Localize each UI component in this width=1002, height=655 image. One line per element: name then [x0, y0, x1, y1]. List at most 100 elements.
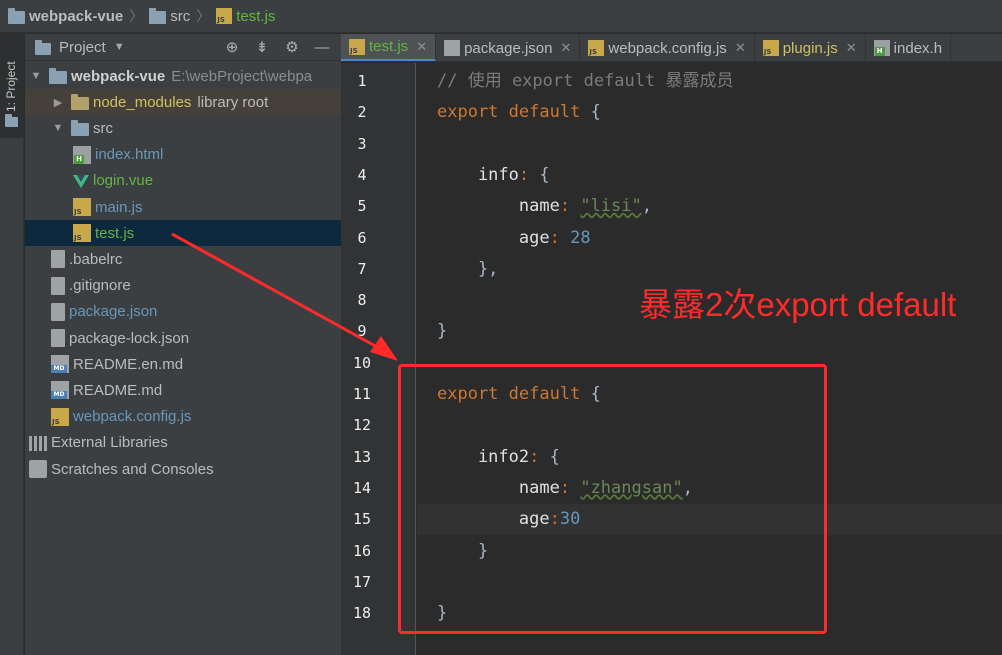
- minimize-icon[interactable]: —: [313, 38, 331, 56]
- editor-tab[interactable]: package.json ✕: [436, 34, 581, 61]
- expand-arrow-icon[interactable]: ▼: [51, 122, 65, 134]
- line-number: 18: [352, 604, 372, 623]
- text-file-icon: [51, 276, 65, 295]
- editor-tab[interactable]: index.h: [866, 34, 952, 61]
- project-tool-tab[interactable]: 1: Project: [0, 34, 24, 138]
- tree-item[interactable]: package.json: [25, 299, 341, 325]
- tree-item[interactable]: webpack.config.js: [25, 404, 341, 430]
- tree-item-label: node_modules: [93, 93, 192, 111]
- close-icon[interactable]: ✕: [846, 40, 857, 56]
- code-token: },: [437, 258, 499, 279]
- expand-arrow-icon[interactable]: ▼: [29, 70, 43, 82]
- code-line: export default {: [437, 97, 601, 128]
- tree-item[interactable]: README.md: [25, 377, 341, 403]
- tree-item-label: webpack-vue: [71, 67, 166, 85]
- folder-icon: [49, 68, 67, 84]
- js-file-icon: [588, 40, 605, 56]
- tree-item[interactable]: login.vue: [25, 168, 341, 194]
- line-number: 1: [357, 72, 367, 90]
- tree-item-hint: library root: [197, 93, 269, 111]
- line-number: 12: [352, 416, 372, 435]
- tree-item-label: main.js: [95, 198, 143, 216]
- breadcrumb-project[interactable]: webpack-vue: [8, 8, 123, 25]
- editor-tab[interactable]: plugin.js ✕: [755, 34, 866, 61]
- chevron-down-icon[interactable]: ▼: [114, 41, 125, 53]
- editor-tab[interactable]: test.js ✕: [341, 34, 437, 61]
- editor-tab-label: index.h: [893, 39, 943, 57]
- target-icon[interactable]: ⊕: [223, 38, 241, 56]
- html-file-icon: [873, 40, 890, 56]
- js-file-icon: [349, 38, 365, 55]
- line-number: 15: [352, 510, 372, 529]
- tree-item-label: README.en.md: [73, 355, 184, 373]
- code-token: :: [518, 164, 530, 185]
- code-token: {: [580, 102, 601, 123]
- tree-item[interactable]: ▼ src: [25, 115, 341, 141]
- code-line: info: {: [437, 160, 550, 191]
- code-token: info: [437, 164, 519, 185]
- tree-item-label: External Libraries: [51, 434, 168, 452]
- navigation-breadcrumb: webpack-vue 〉 src 〉 test.js: [0, 0, 1002, 33]
- tree-item[interactable]: Scratches and Consoles: [25, 456, 341, 482]
- project-view-selector[interactable]: Project: [59, 39, 106, 56]
- project-tool-tab-label: 1: Project: [4, 61, 18, 112]
- tree-item[interactable]: index.html: [25, 142, 341, 168]
- editor-tab-label: package.json: [464, 39, 553, 57]
- tree-item[interactable]: main.js: [25, 194, 341, 220]
- json-file-icon: [51, 329, 65, 347]
- tree-item-label: index.html: [95, 146, 164, 164]
- project-panel: Project ▼ ⊕ ⇟ ⚙ — ▼ webpack-vue E:\webProj…: [25, 34, 341, 655]
- breadcrumb-separator: 〉: [129, 8, 144, 24]
- code-token: }: [437, 321, 448, 342]
- breadcrumb-file-label: test.js: [236, 7, 276, 25]
- code-token: export: [437, 102, 499, 123]
- tree-item[interactable]: README.en.md: [25, 351, 341, 377]
- scratches-icon: [29, 460, 47, 478]
- folder-icon: [8, 8, 25, 24]
- editor-tab[interactable]: webpack.config.js ✕: [580, 34, 755, 61]
- line-number: 7: [357, 259, 367, 278]
- collapse-arrow-icon[interactable]: ▶: [51, 96, 65, 109]
- tree-item-label: package-lock.json: [69, 329, 190, 347]
- tree-item[interactable]: ▼ webpack-vue E:\webProject\webpa: [25, 63, 341, 89]
- breadcrumb-folder[interactable]: src: [149, 8, 190, 25]
- close-icon[interactable]: ✕: [561, 40, 572, 56]
- code-token: default: [508, 102, 581, 123]
- line-number: 2: [357, 103, 367, 122]
- line-number: 4: [357, 165, 367, 184]
- js-file-icon: [73, 224, 91, 243]
- line-number: 10: [352, 353, 372, 372]
- collapse-icon[interactable]: ⇟: [253, 38, 271, 56]
- close-icon[interactable]: ✕: [735, 40, 746, 56]
- code-token: 28: [570, 227, 591, 248]
- tree-item-label: README.md: [73, 381, 163, 399]
- code-line: age: 28: [437, 223, 591, 254]
- tree-item-label: .babelrc: [69, 250, 123, 268]
- line-number: 13: [352, 447, 372, 466]
- line-number: 6: [357, 228, 367, 247]
- tree-item-label: test.js: [95, 224, 135, 242]
- tree-item[interactable]: External Libraries: [25, 430, 341, 456]
- close-icon[interactable]: ✕: [416, 39, 427, 55]
- tree-item-label: package.json: [69, 303, 158, 321]
- js-file-icon: [762, 40, 779, 56]
- tree-item-label: login.vue: [93, 172, 154, 190]
- md-file-icon: [51, 355, 69, 374]
- tree-item-label: Scratches and Consoles: [51, 460, 214, 478]
- tree-item[interactable]: ▶ node_modules library root: [25, 89, 341, 116]
- code-token: ,: [641, 196, 652, 217]
- annotation-highlight-box: [398, 364, 827, 634]
- breadcrumb-file[interactable]: test.js: [216, 8, 275, 25]
- tree-item[interactable]: test.js: [25, 220, 341, 247]
- json-file-icon: [51, 302, 65, 321]
- tree-item[interactable]: .gitignore: [25, 273, 341, 299]
- code-token: name: [437, 196, 560, 217]
- config-file-icon: [51, 250, 65, 269]
- tree-item[interactable]: package-lock.json: [25, 325, 341, 351]
- gear-icon[interactable]: ⚙: [283, 38, 301, 56]
- tree-item[interactable]: .babelrc: [25, 246, 341, 272]
- editor-tab-label: plugin.js: [782, 39, 838, 57]
- tree-item-label: src: [93, 119, 113, 137]
- folder-icon: [71, 120, 89, 137]
